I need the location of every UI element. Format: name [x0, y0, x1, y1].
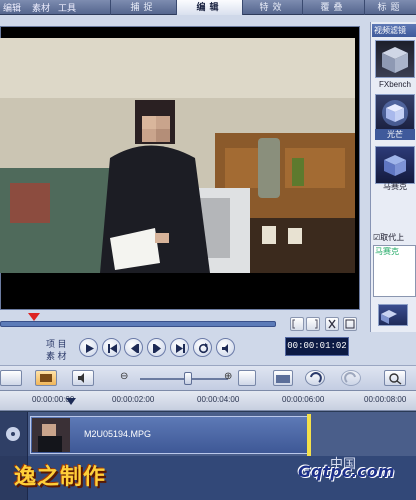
- timecode-display[interactable]: 00:00:01:02: [285, 337, 349, 356]
- split-clip-button[interactable]: [325, 317, 339, 331]
- ruler-tick: 00:00:06:00: [282, 395, 325, 404]
- filter-label-fxbench: FXbench: [378, 80, 412, 89]
- tab-title[interactable]: 标题: [364, 0, 416, 15]
- filter-label-glow: 光芒: [375, 129, 415, 140]
- cube-icon: [382, 47, 408, 73]
- volume-button[interactable]: [216, 338, 235, 357]
- mark-in-icon: [292, 319, 295, 329]
- timeline-playhead[interactable]: [66, 398, 76, 405]
- site-logo: Gqtpc.com: [298, 462, 395, 481]
- timeline-clip[interactable]: [30, 416, 308, 454]
- storyboard-view-button[interactable]: [0, 370, 22, 386]
- play-icon: [86, 344, 94, 353]
- video-track-header[interactable]: [0, 412, 28, 456]
- menu-item-clip[interactable]: 素材: [32, 1, 50, 14]
- replace-last-filter-checkbox[interactable]: ☑取代上: [373, 232, 416, 244]
- clip-thumbnail: [32, 418, 70, 452]
- timeline-view-button[interactable]: [35, 370, 57, 386]
- filter-options-button[interactable]: [378, 304, 408, 326]
- video-frame-image: [0, 38, 355, 273]
- filter-label-mosaic: 马赛克: [383, 182, 407, 191]
- repeat-button[interactable]: [193, 338, 212, 357]
- play-button[interactable]: [79, 338, 98, 357]
- clip-mode-label[interactable]: 素 材: [46, 349, 67, 362]
- tab-capture[interactable]: 捕捉: [110, 0, 176, 15]
- tab-overlay[interactable]: 覆叠: [302, 0, 364, 15]
- folder-icon: [276, 375, 290, 383]
- tab-edit[interactable]: 编辑: [176, 0, 242, 15]
- expand-preview-button[interactable]: [343, 317, 357, 331]
- audio-view-button[interactable]: [72, 370, 94, 386]
- author-watermark: 逸之制作: [14, 464, 107, 490]
- smart-proxy-button[interactable]: [384, 370, 406, 386]
- film-strip-icon: [40, 374, 52, 382]
- speaker-icon: [222, 344, 228, 353]
- filter-thumb-fxbench[interactable]: [375, 40, 415, 78]
- repeat-icon: [198, 343, 209, 354]
- mark-in-button[interactable]: [290, 317, 304, 331]
- mark-out-icon: [315, 319, 318, 329]
- previous-frame-button[interactable]: [124, 338, 143, 357]
- go-to-end-button[interactable]: [170, 338, 189, 357]
- scissors-icon: [328, 319, 336, 329]
- tab-effects[interactable]: 特效: [242, 0, 302, 15]
- undo-icon: [310, 372, 322, 383]
- filter-thumb-glow[interactable]: [375, 94, 415, 132]
- applied-filter-item[interactable]: 马赛克: [375, 246, 399, 257]
- scrub-bar[interactable]: [0, 321, 276, 327]
- playhead-marker[interactable]: [28, 313, 40, 321]
- zoom-out-icon[interactable]: ⊖: [120, 371, 128, 382]
- ruler-tick: 00:00:02:00: [112, 395, 155, 404]
- filter-library-title: 视频滤镜: [372, 24, 416, 37]
- expand-icon: [345, 319, 355, 329]
- step-back-icon: [131, 344, 139, 353]
- zoom-slider-knob[interactable]: [184, 372, 192, 385]
- search-clip-icon: [389, 373, 402, 385]
- go-to-start-button[interactable]: [102, 338, 121, 357]
- zoom-in-icon[interactable]: ⊕: [224, 371, 232, 382]
- next-frame-button[interactable]: [147, 338, 166, 357]
- undo-button[interactable]: [305, 370, 325, 386]
- cube-options-icon: [381, 310, 397, 324]
- video-frame: [0, 38, 355, 273]
- step-forward-icon: [153, 344, 161, 353]
- fit-project-button[interactable]: [238, 370, 256, 386]
- mark-out-button[interactable]: [306, 317, 320, 331]
- glow-cube-icon: [382, 100, 408, 126]
- skip-end-icon: [176, 344, 185, 353]
- menu-item-tools[interactable]: 工具: [58, 1, 76, 14]
- clip-filename: M2U05194.MPG: [84, 429, 152, 439]
- redo-icon: [344, 372, 356, 383]
- redo-button[interactable]: [341, 370, 361, 386]
- speaker-icon: [78, 373, 84, 383]
- filter-thumb-mosaic[interactable]: [375, 146, 415, 184]
- clip-end-marker[interactable]: [307, 414, 311, 456]
- menu-item-edit[interactable]: 编辑: [3, 1, 21, 14]
- film-reel-icon: [6, 427, 20, 441]
- mosaic-cube-icon: [384, 155, 406, 176]
- clip-thumbnail-image: [32, 418, 70, 452]
- insert-media-button[interactable]: [273, 370, 293, 386]
- skip-start-icon: [108, 344, 117, 353]
- ruler-tick: 00:00:04:00: [197, 395, 240, 404]
- ruler-tick: 00:00:08:00: [364, 395, 407, 404]
